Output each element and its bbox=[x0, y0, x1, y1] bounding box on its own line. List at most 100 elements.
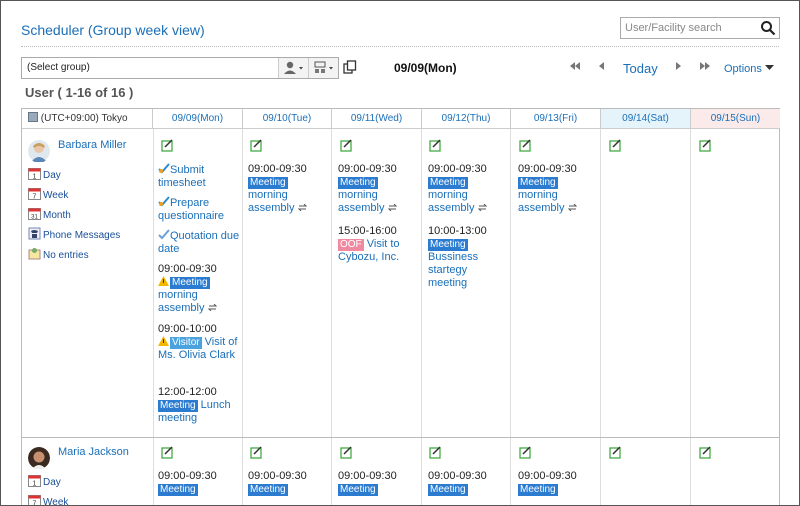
check-icon bbox=[158, 229, 170, 240]
meeting-tag: Meeting bbox=[428, 484, 468, 496]
appointment[interactable]: 09:00-09:30 Meeting bbox=[428, 470, 510, 496]
add-appointment-icon[interactable] bbox=[519, 139, 532, 152]
visitor-tag: Visitor bbox=[170, 337, 202, 349]
meeting-tag: Meeting bbox=[158, 484, 198, 496]
search-box bbox=[620, 17, 780, 39]
column-divider bbox=[690, 129, 691, 505]
add-appointment-icon[interactable] bbox=[340, 446, 353, 459]
day-header-tue[interactable]: 09/10(Tue) bbox=[243, 109, 332, 129]
appointment[interactable]: 09:00-09:30 Meeting bbox=[158, 470, 240, 496]
appointment[interactable]: 09:00-09:30 Meeting morning assembly bbox=[518, 163, 600, 215]
options-menu[interactable]: Options bbox=[724, 63, 774, 75]
appointment[interactable]: 09:00-09:30 Meeting morning assembly bbox=[338, 163, 420, 215]
page-title: Scheduler (Group week view) bbox=[21, 22, 205, 38]
appointment-time: 09:00-10:00 bbox=[158, 323, 217, 335]
day-header-sun[interactable]: 09/15(Sun) bbox=[691, 109, 780, 129]
add-appointment-icon[interactable] bbox=[161, 139, 174, 152]
add-appointment-icon[interactable] bbox=[250, 139, 263, 152]
column-divider bbox=[153, 129, 154, 505]
add-appointment-icon[interactable] bbox=[519, 446, 532, 459]
repeat-icon bbox=[207, 304, 217, 311]
month-link[interactable]: 31 Month bbox=[28, 207, 71, 221]
avatar bbox=[28, 447, 50, 469]
copy-icon[interactable] bbox=[343, 60, 357, 74]
week-link[interactable]: 7 Week bbox=[28, 187, 68, 201]
repeat-icon bbox=[297, 204, 307, 211]
meeting-tag: Meeting bbox=[338, 484, 378, 496]
column-divider bbox=[242, 129, 243, 505]
calendar-week-icon: 7 bbox=[28, 188, 41, 200]
user-name[interactable]: Barbara Miller bbox=[58, 139, 126, 151]
todo-icon bbox=[158, 196, 170, 207]
appointment[interactable]: 09:00-09:30 Meeting bbox=[338, 470, 420, 496]
day-header-mon[interactable]: 09/09(Mon) bbox=[153, 109, 243, 129]
group-select[interactable]: (Select group) bbox=[21, 57, 339, 79]
day-header-fri[interactable]: 09/13(Fri) bbox=[511, 109, 601, 129]
add-appointment-icon[interactable] bbox=[609, 446, 622, 459]
avatar bbox=[28, 140, 50, 162]
presence-link[interactable]: No entries bbox=[28, 247, 89, 261]
meeting-tag: Meeting bbox=[158, 400, 198, 412]
add-appointment-icon[interactable] bbox=[609, 139, 622, 152]
appointment[interactable]: 12:00-12:00 Meeting Lunch meeting bbox=[158, 386, 240, 425]
appointment[interactable]: 15:00-16:00 OOF Visit to Cybozu, Inc. bbox=[338, 225, 420, 264]
svg-text:1: 1 bbox=[33, 481, 37, 488]
options-label: Options bbox=[724, 63, 762, 75]
add-appointment-icon[interactable] bbox=[699, 139, 712, 152]
appointment[interactable]: 09:00-09:30 Meeting morning assembly bbox=[248, 163, 330, 215]
appointment[interactable]: 09:00-09:30 Meeting bbox=[248, 470, 330, 496]
user-name[interactable]: Maria Jackson bbox=[58, 446, 129, 458]
appointment[interactable]: 09:00-09:30 Meeting morning assembly bbox=[428, 163, 510, 215]
appointment-title: Bussiness startegy meeting bbox=[428, 251, 479, 289]
add-appointment-icon[interactable] bbox=[429, 446, 442, 459]
todo-item[interactable]: Prepare questionnaire bbox=[158, 196, 240, 223]
svg-text:1: 1 bbox=[33, 174, 37, 181]
timezone-header: (UTC+09:00) Tokyo bbox=[22, 109, 153, 129]
day-header-sat[interactable]: 09/14(Sat) bbox=[601, 109, 691, 129]
appointment[interactable]: 09:00-09:30 Meeting morning assembly bbox=[158, 263, 240, 315]
user-icon bbox=[284, 61, 303, 74]
appointment-time: 15:00-16:00 bbox=[338, 225, 397, 237]
week-link[interactable]: 7 Week bbox=[28, 494, 68, 505]
day-header-thu[interactable]: 09/12(Thu) bbox=[422, 109, 511, 129]
appointment-title: morning assembly bbox=[338, 189, 385, 214]
group-week-grid: (UTC+09:00) Tokyo 09/09(Mon) 09/10(Tue) … bbox=[21, 108, 780, 505]
todo-item[interactable]: Submit timesheet bbox=[158, 163, 240, 190]
add-appointment-icon[interactable] bbox=[250, 446, 263, 459]
today-button[interactable]: Today bbox=[623, 61, 658, 76]
presence-icon bbox=[28, 248, 41, 260]
add-appointment-icon[interactable] bbox=[340, 139, 353, 152]
day-link[interactable]: 1 Day bbox=[28, 474, 61, 488]
caret-down-icon bbox=[764, 65, 774, 70]
appointment-title: morning assembly bbox=[248, 189, 295, 214]
appointment[interactable]: 09:00-09:30 Meeting bbox=[518, 470, 600, 496]
phone-messages-link[interactable]: Phone Messages bbox=[28, 227, 120, 241]
day-link[interactable]: 1 Day bbox=[28, 167, 61, 181]
appointment[interactable]: 09:00-10:00 Visitor Visit of Ms. Olivia … bbox=[158, 323, 240, 362]
calendar-week-icon: 7 bbox=[28, 495, 41, 505]
user-select-button[interactable] bbox=[278, 58, 308, 78]
appointment[interactable]: 10:00-13:00 Meeting Bussiness startegy m… bbox=[428, 225, 508, 290]
facility-select-button[interactable] bbox=[308, 58, 338, 78]
column-divider bbox=[600, 129, 601, 505]
todo-item[interactable]: Quotation due date bbox=[158, 229, 240, 256]
meeting-tag: Meeting bbox=[248, 484, 288, 496]
appointment-title: morning assembly bbox=[428, 189, 475, 214]
calendar-day-icon: 1 bbox=[28, 475, 41, 488]
prev-day-icon[interactable] bbox=[597, 60, 607, 75]
calendar-day-icon: 1 bbox=[28, 168, 41, 181]
column-divider bbox=[331, 129, 332, 505]
repeat-icon bbox=[477, 204, 487, 211]
appointment-title: morning assembly bbox=[518, 189, 565, 214]
prev-week-icon[interactable] bbox=[569, 60, 581, 75]
add-appointment-icon[interactable] bbox=[161, 446, 174, 459]
appointment-time: 09:00-09:30 bbox=[248, 470, 307, 482]
add-appointment-icon[interactable] bbox=[699, 446, 712, 459]
next-week-icon[interactable] bbox=[699, 60, 711, 75]
search-icon[interactable] bbox=[760, 20, 776, 36]
search-input[interactable] bbox=[621, 18, 755, 38]
day-header-wed[interactable]: 09/11(Wed) bbox=[332, 109, 422, 129]
next-day-icon[interactable] bbox=[673, 60, 683, 75]
row-divider bbox=[22, 437, 779, 438]
add-appointment-icon[interactable] bbox=[429, 139, 442, 152]
